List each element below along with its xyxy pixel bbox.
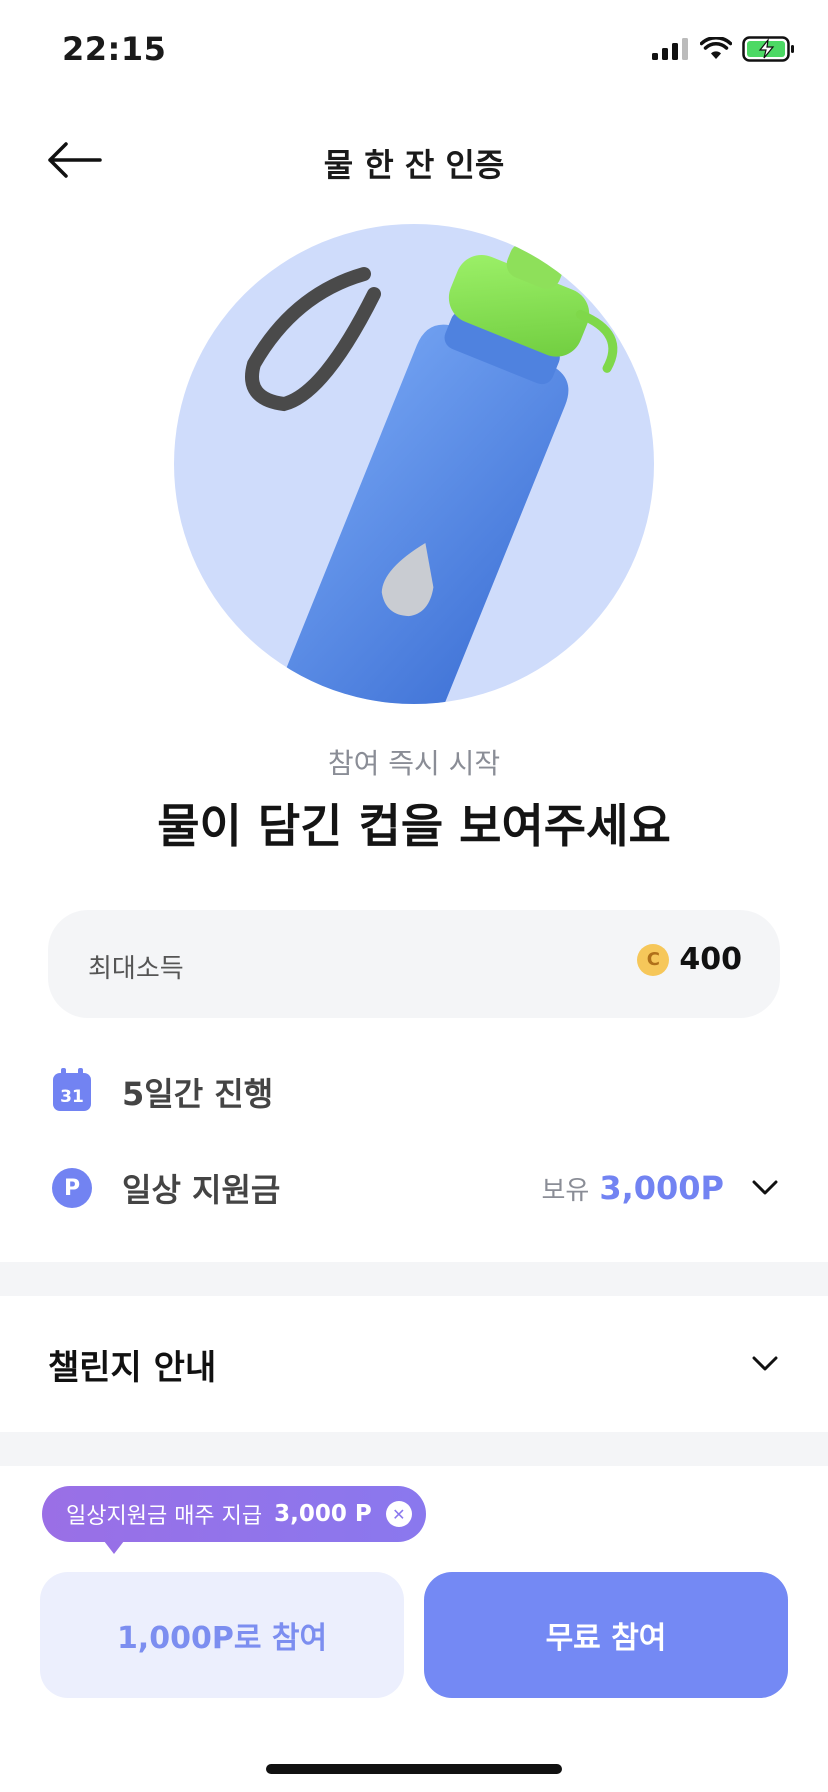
chevron-down-icon[interactable]: [750, 1173, 780, 1203]
coin-icon: C: [637, 943, 670, 976]
chevron-down-icon[interactable]: [750, 1349, 780, 1379]
support-label: 일상 지원금: [122, 1171, 281, 1209]
section-divider: [0, 1432, 828, 1466]
duration-label: 5일간 진행: [122, 1075, 274, 1113]
support-balance: 보유 3,000P: [541, 1169, 780, 1207]
reward-label: 최대소득: [88, 954, 184, 984]
challenge-guide-section[interactable]: 챌린지 안내: [48, 1334, 780, 1394]
tooltip-text: 일상지원금 매주 지급: [66, 1504, 263, 1529]
tooltip-amount: 3,000 P: [274, 1501, 372, 1527]
duration-row: 31 5일간 진행: [48, 1064, 780, 1120]
status-icons: [652, 34, 796, 64]
battery-charging-icon: [742, 36, 794, 62]
free-join-button[interactable]: 무료 참여: [424, 1572, 788, 1698]
weekly-support-tooltip: 일상지원금 매주 지급 3,000 P ✕: [42, 1486, 426, 1554]
hero-illustration: [174, 224, 654, 704]
cellular-signal-icon: [652, 38, 688, 60]
subtitle: 참여 즉시 시작: [327, 747, 501, 780]
max-reward-card: 최대소득 C 400: [48, 910, 780, 1018]
water-bottle-icon: [245, 242, 618, 704]
close-icon[interactable]: ✕: [385, 1501, 412, 1527]
section-divider: [0, 1262, 828, 1296]
point-join-button[interactable]: 1,000P로 참여: [40, 1572, 404, 1698]
status-time: 22:15: [62, 30, 167, 68]
home-indicator: [266, 1764, 562, 1774]
hold-label: 보유: [541, 1175, 590, 1206]
wifi-icon: [700, 37, 732, 59]
nav-bar: 물 한 잔 인증: [0, 118, 828, 202]
reward-value: C 400: [637, 942, 742, 977]
point-icon: P: [52, 1168, 92, 1208]
support-row[interactable]: P 일상 지원금 보유 3,000P: [48, 1160, 780, 1216]
calendar-icon: 31: [53, 1068, 91, 1111]
page-title: 물 한 잔 인증: [323, 146, 505, 184]
reward-amount: 400: [679, 942, 742, 977]
headline: 물이 담긴 컵을 보여주세요: [157, 799, 671, 853]
hold-value: 3,000P: [599, 1169, 724, 1207]
guide-title: 챌린지 안내: [48, 1347, 217, 1388]
status-bar: 22:15: [0, 0, 828, 100]
